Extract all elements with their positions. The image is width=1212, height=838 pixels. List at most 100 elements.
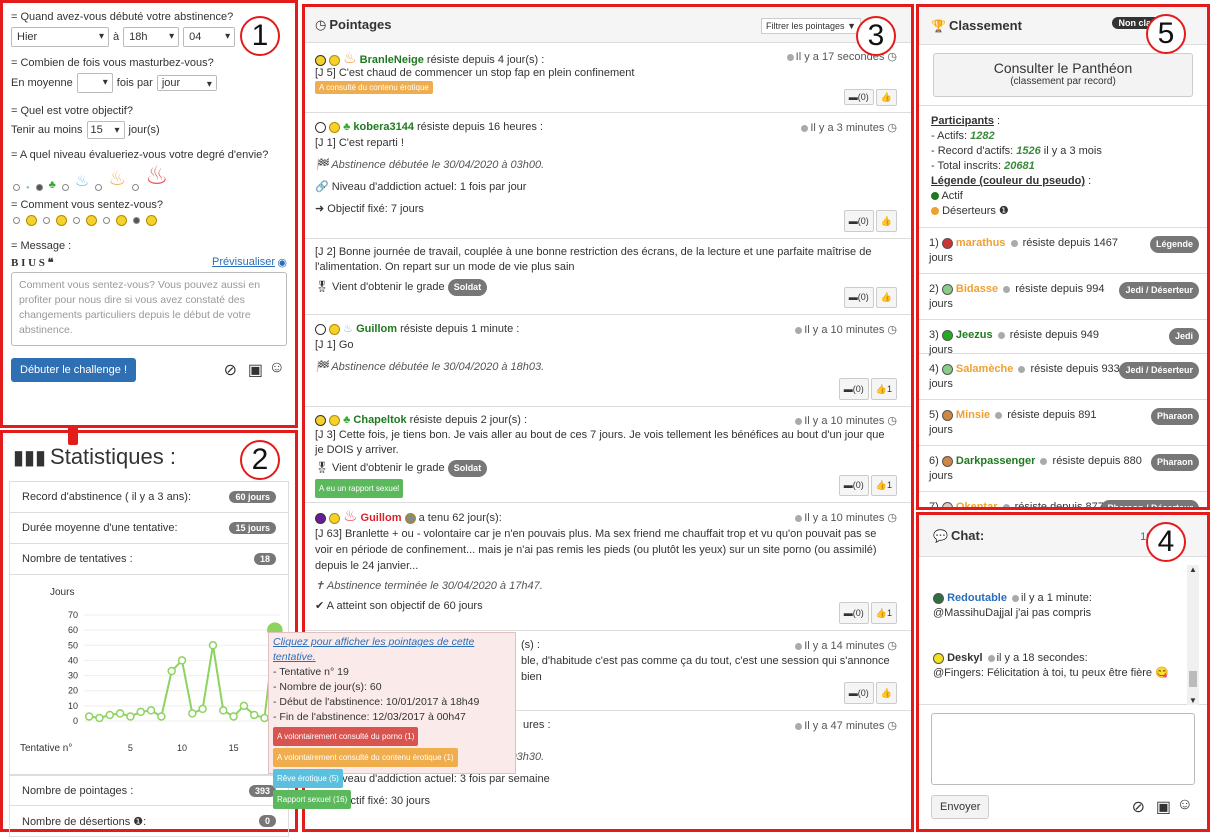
image-icon[interactable]: ▣ [248,360,263,380]
message-textarea[interactable]: Comment vous sentez-vous? Vous pouvez au… [11,272,287,346]
scroll-thumb[interactable] [1189,671,1197,687]
format-toolbar[interactable]: B I U S ❝ [11,257,54,269]
preview-link[interactable]: Prévisualiser [212,256,275,268]
chat-scrollbar[interactable]: ▲ ▼ [1187,565,1199,705]
goal-input[interactable]: 15 [86,121,125,139]
dot-icon [795,642,803,650]
rank-pos: 6) [929,455,939,467]
tooltip-line: - Nombre de jour(s): 60 [273,681,382,693]
filter-button[interactable]: Filtrer les pointages ▼ [761,18,861,34]
like-button[interactable]: 👍 [875,210,897,232]
comment-button[interactable]: ▬(0) [843,682,874,704]
post-user[interactable]: BranleNeige [360,54,424,66]
scroll-down-icon[interactable]: ▼ [1187,696,1199,705]
feeling-scale[interactable] [11,215,287,226]
rank-user[interactable]: marathus [956,237,1006,249]
comment-count: (0) [857,92,869,102]
minute-select[interactable]: 04 [183,27,236,47]
like-button[interactable]: 👍 [875,89,897,106]
rank-user[interactable]: Minsie [956,409,990,421]
desire-radio[interactable] [132,184,140,191]
feeling-radio[interactable] [13,217,20,224]
feeling-radio[interactable] [133,217,140,224]
image-icon[interactable]: ▣ [1156,797,1171,817]
chat-message: Deskyl il y a 18 secondes: @Fingers: Fél… [933,651,1169,681]
feeling-radio[interactable] [73,217,80,224]
stat-value: 60 jours [229,491,276,503]
feeling-radio[interactable] [43,217,50,224]
rank-badge: Pharaon [1150,408,1199,425]
record-label: - Record d'actifs: [931,145,1014,157]
like-button[interactable]: 👍1 [870,378,897,400]
like-button[interactable]: 👍 [875,682,897,704]
pantheon-button[interactable]: Consulter le Panthéon (classement par re… [933,53,1193,97]
rank-row: 3) Jeezus résiste depuis 949 jours Jedi [919,320,1207,356]
flame-green-icon: ♣ [48,179,56,191]
rank-user[interactable]: Bidasse [956,283,998,295]
send-button[interactable]: Envoyer [931,795,990,819]
desire-radio[interactable] [13,184,20,191]
bar-chart-icon: ▮▮▮ [13,446,47,469]
post-user[interactable]: Guillom [356,323,397,335]
comment-button[interactable]: ▬(0) [838,378,869,400]
post-user[interactable]: Chapeltok [353,414,406,426]
desire-scale[interactable]: ● ♣ ♨ ♨ ♨ [11,160,287,191]
data-point [239,701,249,711]
attempts-chart: Jours 0 10 20 30 40 50 60 70 Tentative n° 5 10 15 [20,587,283,754]
smiley-icon[interactable]: ☺ [269,359,285,377]
post-line: [J 2] Bonne journée de travail, couplée … [315,246,872,273]
post-status: (s) : [521,639,540,651]
comment-button[interactable]: ▬(0) [843,89,874,105]
comment-count: (0) [852,608,864,618]
status-dot [315,512,326,524]
chat-user[interactable]: Deskyl [947,652,982,664]
like-button[interactable]: 👍1 [870,475,897,496]
chat-user[interactable]: Redoutable [947,592,1007,604]
like-button[interactable]: 👍1 [870,602,897,624]
rank-user[interactable]: Salamèche [956,363,1013,375]
desire-radio[interactable] [35,184,43,191]
rank-badge: Pharaon [1150,454,1199,471]
desire-radio[interactable] [95,184,103,191]
freq-input[interactable] [76,73,113,93]
time-text: Il y a 10 minutes [804,415,885,427]
post-line: 🎖 Vient d'obtenir le grade [315,281,445,293]
chart-area: Jours 0 10 20 30 40 50 60 70 Tentative n° 5 10 15 [9,575,289,775]
panel-stats: ▮▮▮ Statistiques : Record d'abstinence (… [0,430,298,837]
question-goal: = Quel est votre objectif? [11,105,133,117]
tooltip-link[interactable]: Cliquez pour afficher les pointages de c… [273,635,511,665]
stat-value: 0 [258,815,276,827]
hide-icon[interactable]: ⊘ [224,360,237,380]
start-challenge-button[interactable]: Débuter le challenge ! [11,358,137,382]
avatar [933,592,944,604]
desire-radio[interactable] [61,184,69,191]
rank-user[interactable]: Jeezus [956,329,993,341]
active-dot [931,192,939,201]
smiley-icon[interactable]: ☺ [1177,796,1193,814]
scroll-up-icon[interactable]: ▲ [1187,565,1199,574]
dot-icon [1002,503,1010,507]
mood-icon [329,121,341,133]
comment-button[interactable]: ▬(0) [843,287,874,308]
comment-button[interactable]: ▬(0) [838,475,869,496]
comment-button[interactable]: ▬(0) [838,602,869,624]
flame-icon: ♨ [343,50,357,67]
data-point [219,706,228,715]
post-user[interactable]: kobera3144 [353,121,414,133]
comment-count: (0) [852,480,864,490]
rank-user[interactable]: Darkpassenger [956,455,1036,467]
feeling-radio[interactable] [103,217,110,224]
goal-prefix: Tenir au moins [11,124,83,136]
post-user[interactable]: Guillom [361,512,402,524]
chat-input[interactable] [931,713,1195,785]
hour-select[interactable]: 18h [123,27,180,47]
like-button[interactable]: 👍 [875,287,897,308]
comment-button[interactable]: ▬(0) [843,210,874,232]
hide-icon[interactable]: ⊘ [1132,797,1145,817]
comment-count: (0) [857,688,869,698]
avg-label: En moyenne [11,77,73,89]
rank-user[interactable]: Okentar [956,501,998,507]
period-select[interactable]: jour [156,75,217,91]
info-icon[interactable]: ❶ [999,205,1009,217]
day-select[interactable]: Hier [11,27,109,47]
